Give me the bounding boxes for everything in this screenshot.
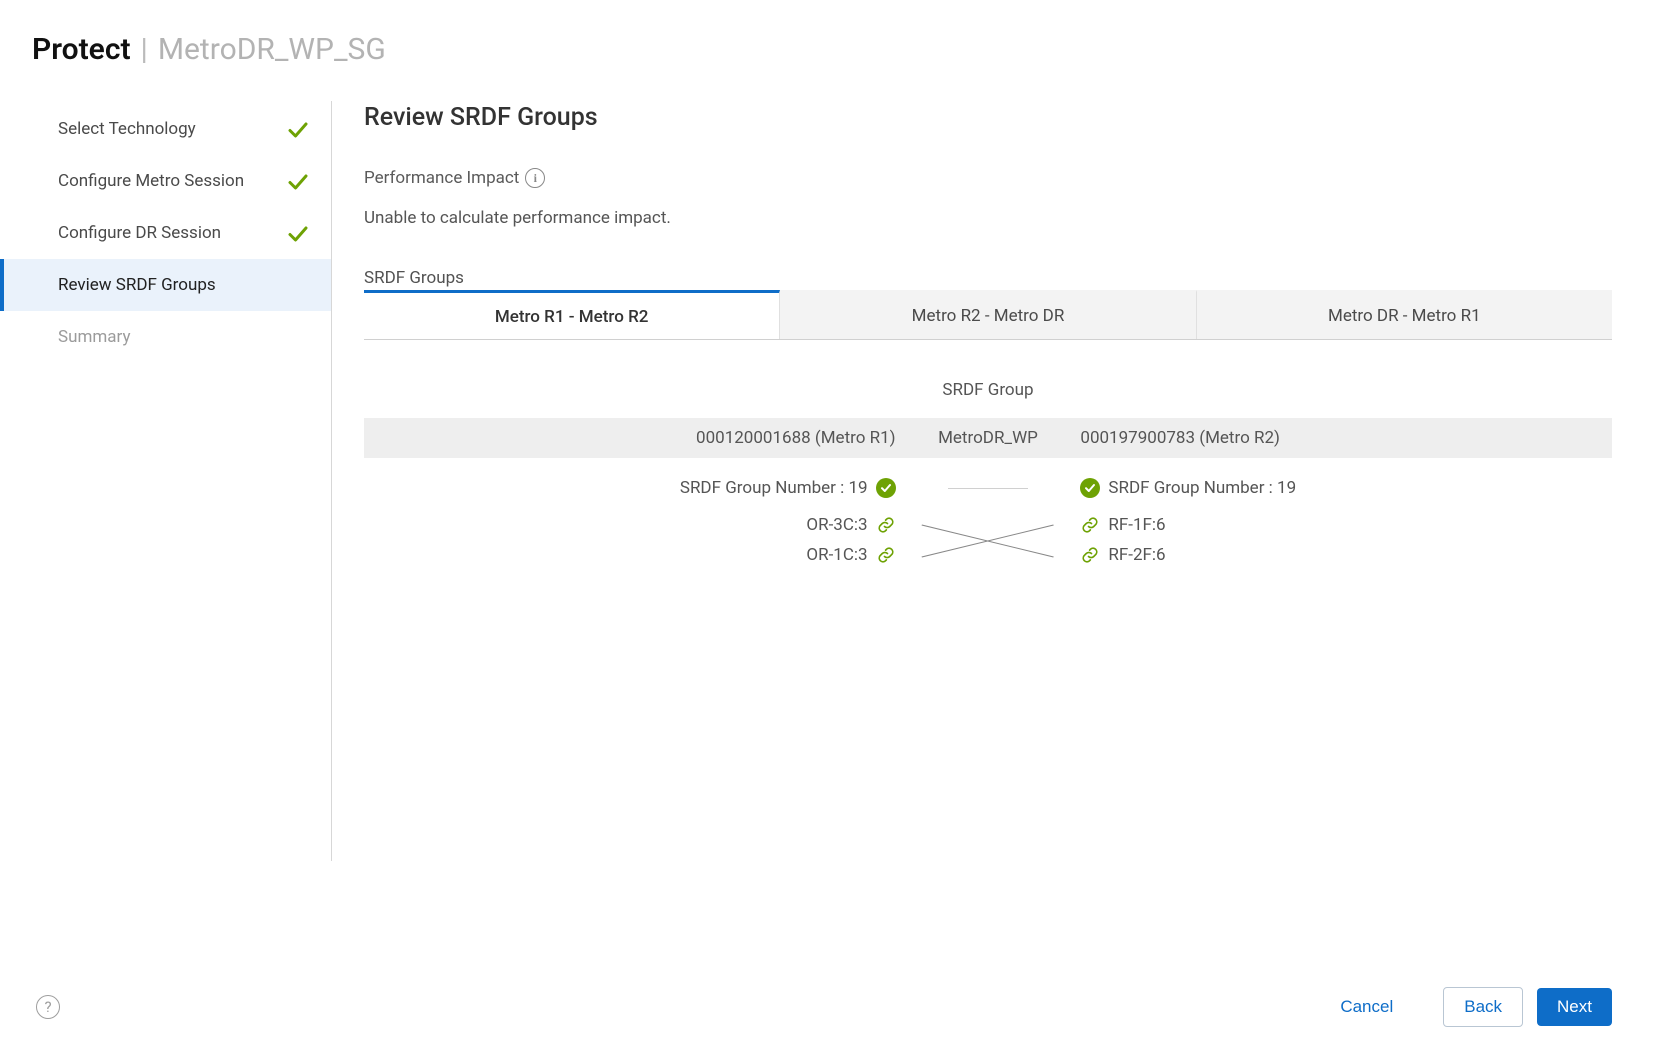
mid-header: MetroDR_WP [926, 428, 1051, 448]
wizard-steps: Select Technology Configure Metro Session… [0, 101, 332, 861]
wizard-step-2[interactable]: Configure DR Session [0, 207, 331, 259]
left-array-header: 000120001688 (Metro R1) [364, 428, 926, 448]
check-icon [287, 223, 307, 243]
wizard-step-4[interactable]: Summary [0, 311, 331, 363]
srdf-groups-label: SRDF Groups [364, 268, 1662, 288]
srdf-group-tabs: Metro R1 - Metro R2Metro R2 - Metro DRMe… [364, 290, 1612, 340]
link-icon [1080, 515, 1100, 535]
wizard-step-0[interactable]: Select Technology [0, 103, 331, 155]
info-icon[interactable]: i [525, 168, 545, 188]
check-icon [287, 171, 307, 191]
right-array-header: 000197900783 (Metro R2) [1050, 428, 1612, 448]
back-button[interactable]: Back [1443, 987, 1523, 1027]
connector-line [948, 488, 1028, 489]
wizard-step-1[interactable]: Configure Metro Session [0, 155, 331, 207]
title-sub: MetroDR_WP_SG [158, 32, 386, 67]
right-port: RF-1F:6 [1108, 515, 1165, 535]
check-circle-icon [1080, 478, 1100, 498]
perf-impact-label: Performance Impact [364, 168, 519, 188]
wizard-step-label: Configure Metro Session [58, 171, 244, 191]
next-button[interactable]: Next [1537, 988, 1612, 1026]
tab-2[interactable]: Metro DR - Metro R1 [1197, 290, 1612, 339]
link-icon [876, 515, 896, 535]
main-heading: Review SRDF Groups [364, 103, 1662, 132]
link-icon [1080, 545, 1100, 565]
check-icon [287, 119, 307, 139]
title-main: Protect [32, 32, 131, 67]
left-port: OR-3C:3 [806, 515, 867, 535]
right-group-number: SRDF Group Number : 19 [1108, 478, 1296, 498]
cancel-button[interactable]: Cancel [1320, 988, 1413, 1026]
tab-1[interactable]: Metro R2 - Metro DR [780, 290, 1196, 339]
perf-impact-message: Unable to calculate performance impact. [364, 208, 1662, 228]
link-icon [876, 545, 896, 565]
right-port: RF-2F:6 [1108, 545, 1165, 565]
wizard-step-label: Configure DR Session [58, 223, 221, 243]
srdf-group-header-row: 000120001688 (Metro R1) MetroDR_WP 00019… [364, 418, 1612, 458]
check-circle-icon [876, 478, 896, 498]
help-icon[interactable]: ? [36, 995, 60, 1019]
wizard-step-label: Select Technology [58, 119, 196, 139]
left-port: OR-1C:3 [806, 545, 867, 565]
wizard-step-label: Summary [58, 327, 130, 347]
page-title: Protect | MetroDR_WP_SG [0, 32, 1662, 101]
wizard-step-label: Review SRDF Groups [58, 275, 216, 295]
srdf-group-title: SRDF Group [364, 380, 1612, 400]
left-group-number: SRDF Group Number : 19 [680, 478, 868, 498]
tab-0[interactable]: Metro R1 - Metro R2 [364, 290, 780, 339]
wizard-step-3[interactable]: Review SRDF Groups [0, 259, 331, 311]
